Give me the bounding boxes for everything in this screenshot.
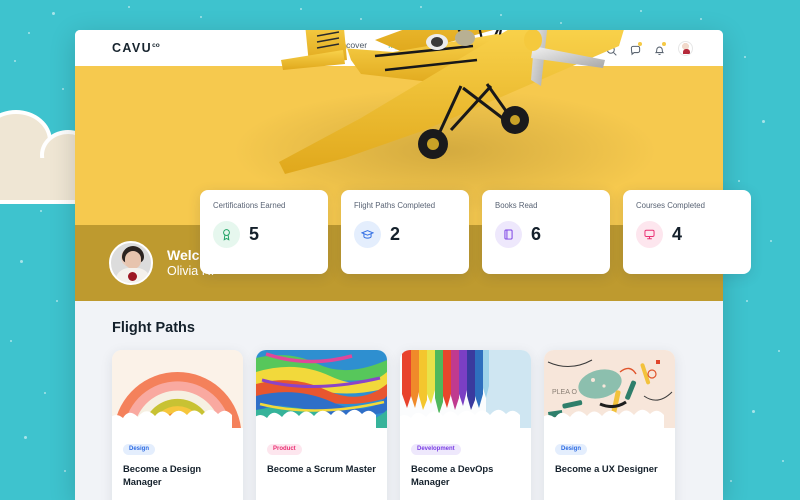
cloud-divider: [256, 409, 376, 428]
path-cover-image: [112, 350, 243, 428]
star: [20, 260, 23, 263]
user-avatar: [109, 241, 153, 285]
path-title: Become a Design Manager: [123, 463, 202, 487]
star: [300, 8, 302, 10]
stats-row: Certifications Earned 5 Flight Paths Compl…: [200, 190, 751, 274]
star: [782, 460, 784, 462]
stat-card[interactable]: Books Read 6: [482, 190, 610, 274]
brand-logo[interactable]: CAVUco: [112, 41, 160, 55]
star: [500, 14, 502, 16]
star: [730, 480, 732, 482]
star: [778, 350, 780, 352]
star: [738, 180, 740, 182]
path-category-tag: Product: [267, 443, 302, 455]
stat-card[interactable]: Flight Paths Completed 2: [341, 190, 469, 274]
stat-value: 5: [249, 224, 260, 244]
stat-card[interactable]: Courses Completed 4: [623, 190, 751, 274]
graduation-cap-icon: [354, 221, 381, 248]
star: [752, 410, 755, 413]
stat-value: 6: [531, 224, 542, 244]
stat-value: 2: [390, 224, 401, 244]
stat-value: 4: [672, 224, 683, 244]
flight-path-card[interactable]: DesignBecome a Design Manager10% complet…: [112, 350, 243, 500]
star: [700, 18, 702, 20]
flight-paths-list: DesignBecome a Design Manager10% complet…: [112, 350, 723, 500]
star: [52, 12, 55, 15]
star: [56, 300, 58, 302]
path-category-tag: Design: [123, 443, 156, 455]
star: [746, 300, 748, 302]
logo-text: CAVU: [112, 41, 153, 55]
star: [40, 210, 42, 212]
svg-text:PLEA O: PLEA O: [552, 389, 577, 396]
stat-card[interactable]: Certifications Earned 5: [200, 190, 328, 274]
path-title: Become a Scrum Master: [267, 463, 376, 474]
star: [14, 60, 16, 62]
star: [420, 6, 422, 8]
logo-superscript: co: [152, 41, 160, 49]
page-title: Flight Paths: [112, 320, 195, 336]
cloud-divider: [112, 409, 232, 428]
book-icon: [495, 221, 522, 248]
star: [62, 88, 64, 90]
path-category-tag: Development: [411, 443, 461, 455]
star: [762, 120, 765, 123]
star: [560, 22, 562, 24]
path-title: Become a UX Designer: [555, 463, 658, 474]
star: [770, 240, 772, 242]
award-ribbon-icon: [213, 221, 240, 248]
star: [360, 18, 362, 20]
main-content: Flight Paths Design Become a Design Manag…: [75, 301, 723, 500]
path-title: Become a DevOps Manager: [411, 463, 494, 487]
star: [744, 56, 746, 58]
stat-label: Flight Paths Completed: [354, 201, 436, 210]
star: [128, 6, 130, 8]
flight-path-card[interactable]: ProductBecome a Scrum Master0% completeG…: [256, 350, 387, 500]
path-category-tag: Design: [555, 443, 588, 455]
stat-label: Certifications Earned: [213, 201, 286, 210]
nav-user-avatar[interactable]: [678, 40, 693, 56]
star: [640, 10, 642, 12]
stat-label: Books Read: [495, 201, 538, 210]
monitor-icon: [636, 221, 663, 248]
path-cover-image: PLEA O: [544, 350, 675, 428]
star: [24, 436, 27, 439]
cloud-divider: [400, 409, 520, 428]
star: [28, 32, 30, 34]
cloud-divider: [544, 409, 664, 428]
star: [10, 340, 12, 342]
path-cover-image: [256, 350, 387, 428]
airplane-illustration: [279, 30, 624, 174]
star: [200, 16, 202, 18]
path-cover-image: [400, 350, 531, 428]
notifications-icon[interactable]: [654, 41, 666, 55]
flight-path-card[interactable]: PLEA ODesignBecome a UX Designer0% compl…: [544, 350, 675, 500]
stat-label: Courses Completed: [636, 201, 705, 210]
flight-path-card[interactable]: DevelopmentBecome a DevOps Manager0% com…: [400, 350, 531, 500]
star: [44, 392, 46, 394]
notifications-badge: [662, 41, 666, 46]
star: [64, 470, 66, 472]
